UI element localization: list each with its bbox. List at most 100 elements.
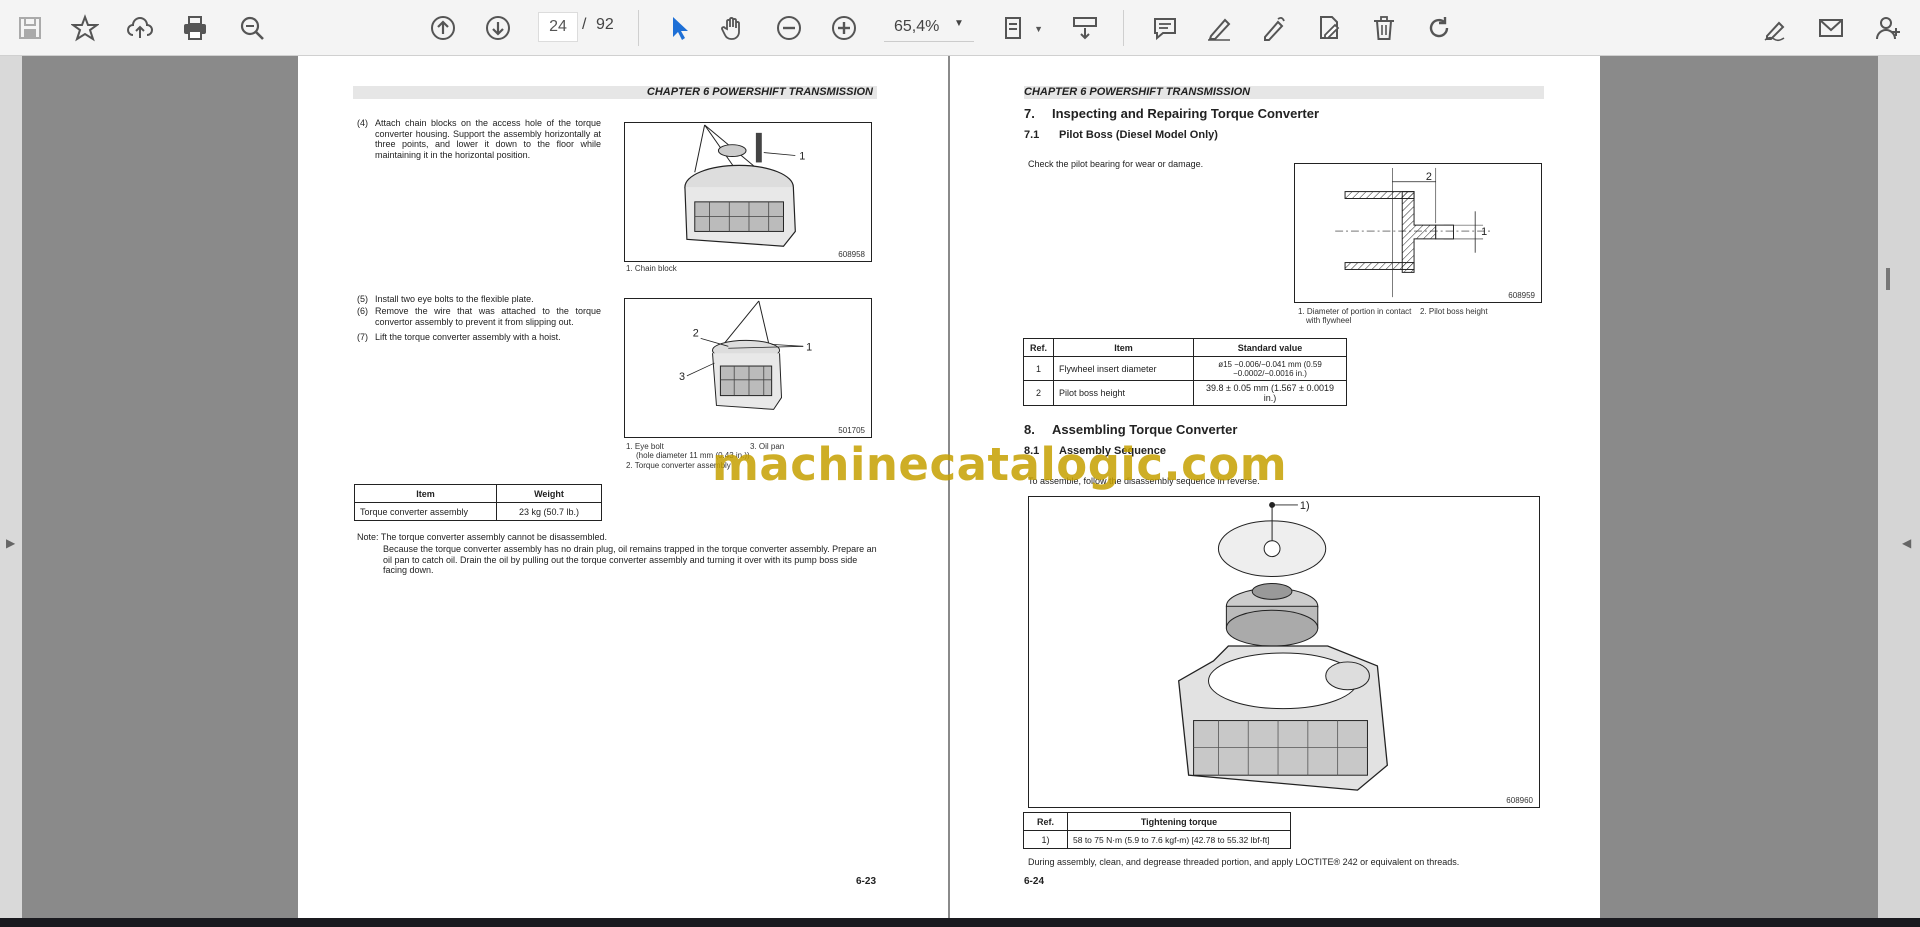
draw-tool-icon[interactable] <box>1256 10 1292 46</box>
select-cursor-icon[interactable] <box>661 10 697 46</box>
figure-chain-block: 1 608958 <box>624 122 872 262</box>
torque-converter-hoist-drawing: 2 1 3 <box>679 300 812 410</box>
page-separator: / <box>582 16 587 33</box>
subsection-heading: Pilot Boss (Diesel Model Only) <box>1059 129 1218 141</box>
page-number-input[interactable]: 24 <box>538 12 578 42</box>
print-icon[interactable] <box>177 10 213 46</box>
pilot-boss-section-drawing: 2 1 <box>1335 167 1493 298</box>
table-row: Torque converter assembly 23 kg (50.7 lb… <box>354 502 602 521</box>
fig3-callout-2: 2 <box>1426 171 1432 183</box>
delete-trash-icon[interactable] <box>1366 10 1402 46</box>
figure-id: 608960 <box>1506 796 1533 805</box>
table-cell: 2 <box>1023 380 1054 406</box>
left-panel-strip[interactable]: ▶ <box>0 56 22 918</box>
figure-caption-2: 2. Pilot boss height <box>1420 307 1488 316</box>
chevron-down-icon[interactable]: ▼ <box>954 18 964 29</box>
highlight-pen-icon[interactable] <box>1201 10 1237 46</box>
redo-icon[interactable] <box>1421 10 1457 46</box>
right-panel-strip[interactable]: ◀ <box>1878 56 1920 918</box>
fig1-callout: 1 <box>799 150 805 162</box>
step-number: (4) <box>357 118 368 128</box>
expand-right-panel-icon[interactable]: ◀ <box>1902 536 1911 550</box>
sign-icon[interactable] <box>1758 10 1794 46</box>
page-number: 6-23 <box>856 876 877 887</box>
table-header: Weight <box>496 484 602 503</box>
toolbar-divider <box>1123 10 1124 46</box>
step-number: (7) <box>357 332 368 342</box>
previous-page-icon[interactable] <box>425 10 461 46</box>
watermark-text: machinecatalogic.com <box>712 438 1288 491</box>
figure-caption-1-detail: with flywheel <box>1306 316 1352 325</box>
save-icon[interactable] <box>12 10 48 46</box>
toolbar-divider <box>638 10 639 46</box>
step-text: Remove the wire that was attached to the… <box>375 306 601 327</box>
figure-id: 501705 <box>838 426 865 435</box>
toolbar: 24 / 92 65,4% ▼ ▼ <box>0 0 1920 56</box>
table-cell: Torque converter assembly <box>354 502 497 521</box>
check-text: Check the pilot bearing for wear or dama… <box>1028 159 1204 169</box>
weight-table: Item Weight Torque converter assembly 23… <box>354 484 602 521</box>
figure-id: 608959 <box>1508 291 1535 300</box>
page-fit-icon[interactable]: ▼ <box>997 10 1043 46</box>
table-header-row: Item Weight <box>354 484 602 503</box>
table-header: Ref. <box>1023 338 1054 357</box>
table-header: Item <box>1053 338 1194 357</box>
table-cell: 58 to 75 N·m (5.9 to 7.6 kgf-m) [42.78 t… <box>1067 830 1291 849</box>
standard-value-table: Ref. Item Standard value 1 Flywheel inse… <box>1023 338 1347 406</box>
cloud-upload-icon[interactable] <box>122 10 158 46</box>
hand-tool-icon[interactable] <box>715 10 751 46</box>
fig2-callout-2: 2 <box>693 327 699 339</box>
fig2-callout-3: 3 <box>679 371 685 383</box>
tightening-torque-table: Ref. Tightening torque 1) 58 to 75 N·m (… <box>1023 812 1291 849</box>
zoom-in-icon[interactable] <box>826 10 862 46</box>
table-cell: Flywheel insert diameter <box>1053 356 1194 381</box>
step-4: (4) Attach chain blocks on the access ho… <box>357 118 601 160</box>
subsection-number: 7.1 <box>1024 129 1040 141</box>
edit-document-icon[interactable] <box>1311 10 1347 46</box>
expand-left-panel-icon[interactable]: ▶ <box>6 536 15 550</box>
figure-id: 608958 <box>838 250 865 259</box>
next-page-icon[interactable] <box>480 10 516 46</box>
fig2-callout-1: 1 <box>806 341 812 353</box>
scroll-mode-icon[interactable] <box>1067 10 1103 46</box>
table-header-row: Ref. Item Standard value <box>1023 338 1347 357</box>
table-cell: 1) <box>1023 830 1068 849</box>
section-heading: Inspecting and Repairing Torque Converte… <box>1052 106 1320 121</box>
figure-caption: 1. Chain block <box>626 264 677 273</box>
zoom-search-icon[interactable] <box>234 10 270 46</box>
total-pages: 92 <box>596 16 614 33</box>
step-text: Attach chain blocks on the access hole o… <box>375 118 601 160</box>
vertical-scrollbar-thumb[interactable] <box>1886 268 1890 290</box>
figure-pilot-boss: 2 1 608959 <box>1294 163 1542 303</box>
bookmark-star-icon[interactable] <box>67 10 103 46</box>
step-number: (6) <box>357 306 368 316</box>
figure-assembly-sequence: 1) 608960 <box>1028 496 1540 808</box>
final-instruction: During assembly, clean, and degrease thr… <box>1028 857 1460 867</box>
torque-converter-exploded-drawing: 1) <box>1177 500 1389 791</box>
table-row: 1 Flywheel insert diameter ø15 −0.006/−0… <box>1023 356 1347 381</box>
step-5: (5) Install two eye bolts to the flexibl… <box>357 294 601 305</box>
note-body: Because the torque converter assembly ha… <box>383 544 877 575</box>
comment-icon[interactable] <box>1147 10 1183 46</box>
step-6: (6) Remove the wire that was attached to… <box>357 306 601 327</box>
transmission-chain-block-drawing: 1 <box>684 124 805 247</box>
zoom-out-icon[interactable] <box>771 10 807 46</box>
table-header: Ref. <box>1023 812 1068 831</box>
figure-eye-bolt: 2 1 3 501705 <box>624 298 872 438</box>
table-row: 2 Pilot boss height 39.8 ± 0.05 mm (1.56… <box>1023 380 1347 406</box>
bottom-bar <box>0 918 1920 927</box>
table-cell: 1 <box>1023 356 1054 381</box>
page-number: 6-24 <box>1024 876 1045 887</box>
table-cell: Pilot boss height <box>1053 380 1194 406</box>
table-header: Tightening torque <box>1067 812 1291 831</box>
section-number: 8. <box>1024 422 1035 437</box>
table-header-row: Ref. Tightening torque <box>1023 812 1291 831</box>
fig3-callout-1: 1 <box>1481 226 1487 238</box>
email-icon[interactable] <box>1813 10 1849 46</box>
add-user-icon[interactable] <box>1870 10 1906 46</box>
fig4-callout: 1) <box>1300 500 1310 512</box>
table-header: Standard value <box>1193 338 1347 357</box>
chapter-header: CHAPTER 6 POWERSHIFT TRANSMISSION <box>353 86 877 99</box>
chapter-header: CHAPTER 6 POWERSHIFT TRANSMISSION <box>1024 86 1544 99</box>
step-text: Install two eye bolts to the flexible pl… <box>375 294 534 304</box>
